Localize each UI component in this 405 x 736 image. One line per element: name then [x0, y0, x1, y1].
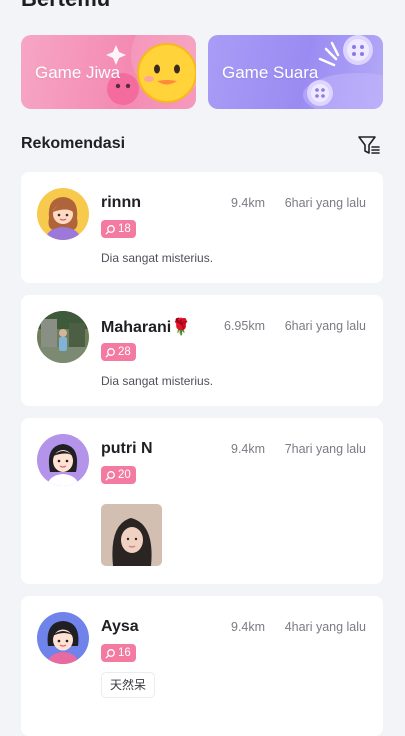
game-suara-label: Game Suara — [222, 63, 319, 82]
user-last-active: 4hari yang lalu — [284, 620, 366, 634]
search-icon — [105, 347, 115, 357]
user-card[interactable]: putri N 9.4km 7hari yang lalu 20 — [21, 418, 383, 584]
user-distance: 9.4km — [231, 196, 266, 210]
section-title: Rekomendasi — [21, 135, 126, 152]
page-title: Bertemu — [21, 0, 110, 12]
user-last-active: 6hari yang lalu — [284, 196, 366, 210]
user-badge: 28 — [101, 343, 136, 361]
user-badge-count: 28 — [118, 346, 131, 358]
game-jiwa-label: Game Jiwa — [35, 63, 121, 82]
user-last-active: 6hari yang lalu — [284, 319, 366, 333]
user-name: rinnn — [101, 194, 141, 211]
user-tag: 天然呆 — [101, 672, 156, 698]
game-suara-card[interactable]: Game Suara — [208, 35, 383, 109]
user-name: putri N — [101, 440, 153, 457]
avatar[interactable] — [37, 188, 89, 240]
user-badge-count: 20 — [118, 469, 131, 481]
user-card[interactable]: Aysa 9.4km 4hari yang lalu 16 天然呆 — [21, 596, 383, 736]
search-icon — [105, 470, 115, 480]
filter-button[interactable] — [357, 134, 381, 156]
search-icon — [105, 224, 115, 234]
user-badge-count: 18 — [118, 223, 131, 235]
avatar[interactable] — [37, 311, 89, 363]
user-bio: Dia sangat misterius. — [101, 374, 214, 388]
user-distance: 9.4km — [231, 620, 266, 634]
avatar[interactable] — [37, 612, 89, 664]
user-name: Maharani🌹 — [101, 319, 192, 336]
user-badge: 16 — [101, 644, 136, 662]
search-icon — [105, 648, 115, 658]
user-bio: Dia sangat misterius. — [101, 251, 214, 265]
user-card[interactable]: rinnn 9.4km 6hari yang lalu 18 Dia sanga… — [21, 172, 383, 283]
user-card[interactable]: Maharani🌹 6.95km 6hari yang lalu 28 Dia … — [21, 295, 383, 406]
user-name: Aysa — [101, 618, 139, 635]
user-badge: 18 — [101, 220, 136, 238]
filter-icon — [358, 136, 380, 154]
game-jiwa-card[interactable]: Game Jiwa — [21, 35, 196, 109]
user-last-active: 7hari yang lalu — [284, 442, 366, 456]
user-badge-count: 16 — [118, 647, 131, 659]
user-badge: 20 — [101, 466, 136, 484]
user-distance: 6.95km — [224, 319, 265, 333]
user-photo[interactable] — [101, 504, 162, 566]
user-distance: 9.4km — [231, 442, 266, 456]
avatar[interactable] — [37, 434, 89, 486]
